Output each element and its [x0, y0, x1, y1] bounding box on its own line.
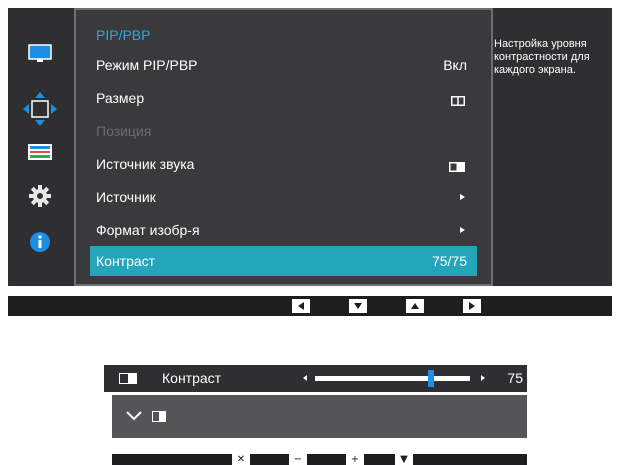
- control-bar: ✕ − + ▼: [112, 454, 527, 465]
- chevron-right-icon: [460, 194, 465, 200]
- menu-item-size[interactable]: Размер: [90, 83, 477, 113]
- chevron-right-icon: [460, 227, 465, 233]
- menu-item-position: Позиция: [90, 116, 477, 146]
- close-button[interactable]: ✕: [232, 454, 250, 465]
- slider-fill: [315, 376, 432, 381]
- nav-up-button[interactable]: [406, 299, 424, 313]
- sub-panel: [112, 395, 527, 438]
- monitor-icon[interactable]: [28, 42, 52, 66]
- nav-left-button[interactable]: [292, 299, 310, 313]
- menu-item-label: Размер: [96, 90, 145, 106]
- menu-item-pip-mode[interactable]: Режим PIP/PBP Вкл: [90, 50, 477, 80]
- move-arrows-icon[interactable]: [23, 92, 57, 126]
- menu-item-source[interactable]: Источник: [90, 182, 477, 212]
- sound-source-icon: [449, 159, 465, 175]
- color-icon[interactable]: [28, 140, 52, 164]
- arrow-left-icon: [298, 302, 304, 310]
- chevron-down-icon[interactable]: [125, 409, 143, 427]
- nav-bar: [8, 296, 612, 316]
- pip-pbp-menu: PIP/PBP Режим PIP/PBP Вкл Размер Позиция…: [74, 8, 493, 286]
- gear-icon[interactable]: [28, 184, 52, 208]
- menu-item-sound-source[interactable]: Источник звука: [90, 149, 477, 179]
- sound-source-icon: [119, 373, 137, 384]
- nav-down-button[interactable]: [349, 299, 367, 313]
- menu-item-picture-size[interactable]: Формат изобр-я: [90, 215, 477, 245]
- menu-item-label: Режим PIP/PBP: [96, 57, 198, 73]
- osd-window: PIP/PBP Режим PIP/PBP Вкл Размер Позиция…: [8, 8, 612, 286]
- slider-knob[interactable]: [428, 370, 435, 387]
- menu-item-label: Позиция: [96, 123, 152, 139]
- help-text: Настройка уровня контрастности для каждо…: [494, 38, 590, 76]
- arrow-up-icon: [411, 303, 419, 309]
- nav-right-button[interactable]: [463, 299, 481, 313]
- arrow-right-icon: [469, 302, 475, 310]
- info-icon[interactable]: [28, 230, 52, 254]
- slider-track[interactable]: [315, 370, 470, 387]
- arrow-down-icon: [354, 303, 362, 309]
- sidebar: [8, 8, 74, 286]
- slider-value: 75: [507, 370, 523, 386]
- screen-split-icon: [152, 411, 166, 422]
- menu-item-contrast[interactable]: Контраст 75/75: [90, 246, 477, 276]
- menu-item-label: Формат изобр-я: [96, 222, 200, 238]
- pbp-split-icon: [451, 93, 465, 109]
- menu-item-value: Вкл: [443, 57, 467, 73]
- menu-title: PIP/PBP: [96, 27, 151, 43]
- minus-button[interactable]: −: [289, 454, 307, 465]
- menu-item-label: Источник звука: [96, 156, 195, 172]
- menu-item-value: 75/75: [431, 253, 467, 269]
- slider-increase-icon[interactable]: [481, 375, 485, 381]
- down-button[interactable]: ▼: [395, 454, 413, 465]
- slider-label: Контраст: [162, 370, 222, 386]
- slider-decrease-icon[interactable]: [303, 375, 307, 381]
- contrast-slider-bar: Контраст 75: [104, 365, 527, 392]
- menu-item-label: Источник: [96, 189, 156, 205]
- plus-button[interactable]: +: [346, 454, 364, 465]
- menu-item-label: Контраст: [96, 253, 156, 269]
